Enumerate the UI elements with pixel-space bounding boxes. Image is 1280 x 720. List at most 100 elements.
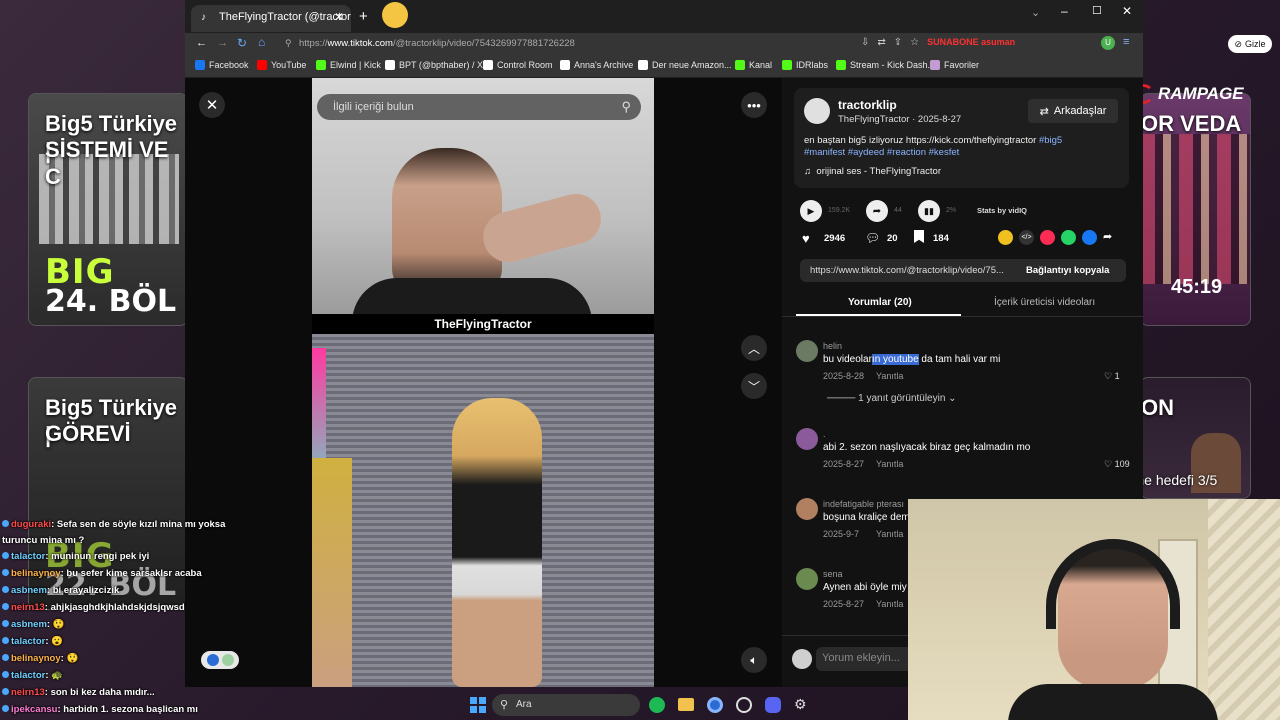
video-link[interactable]: https://www.tiktok.com/@tractorklip/vide… bbox=[810, 265, 1016, 276]
chat-username[interactable]: ipekcansu bbox=[11, 704, 57, 715]
url-bar[interactable]: ⚲ https://www.tiktok.com/@tractorklip/vi… bbox=[279, 35, 859, 53]
prev-video-button[interactable]: ︿ bbox=[741, 335, 767, 361]
caption-tag-big5[interactable]: #big5 bbox=[1039, 135, 1062, 146]
chat-username[interactable]: duguraki bbox=[11, 519, 51, 530]
comment-like[interactable]: ♡ 1 bbox=[1104, 371, 1120, 382]
bookmark-item[interactable]: Stream - Kick Dash... bbox=[836, 60, 935, 70]
comment-author[interactable]: . bbox=[823, 429, 826, 439]
chat-username[interactable]: talactor bbox=[11, 636, 45, 647]
comment-author[interactable]: helin bbox=[823, 341, 842, 351]
share-coin-icon[interactable] bbox=[998, 230, 1013, 245]
maximize-button[interactable]: ☐ bbox=[1092, 4, 1102, 17]
close-window-button[interactable]: ✕ bbox=[1122, 4, 1132, 18]
obs-icon[interactable] bbox=[736, 697, 752, 713]
view-replies-button[interactable]: ──── 1 yanıt görüntüleyin ⌄ bbox=[827, 393, 957, 404]
browser-taskbar-icon[interactable] bbox=[707, 697, 723, 713]
bookmark-item[interactable]: IDRlabs bbox=[782, 60, 828, 70]
translate-icon[interactable]: ⇄ bbox=[877, 37, 885, 51]
copy-link-button[interactable]: Bağlantıyı kopyala bbox=[1026, 265, 1109, 276]
author-avatar[interactable] bbox=[804, 98, 830, 124]
bookmark-item[interactable]: Favoriler bbox=[930, 60, 979, 70]
install-icon[interactable]: ⇩ bbox=[861, 37, 869, 51]
bookmark-star-icon[interactable]: ☆ bbox=[910, 37, 919, 51]
sound-row[interactable]: ♫ orijinal ses - TheFlyingTractor bbox=[804, 166, 941, 177]
video-search-bar[interactable]: İlgili içeriği bulun ⚲ bbox=[317, 94, 641, 120]
bookmark-item[interactable]: Der neue Amazon... bbox=[638, 60, 732, 70]
comment-avatar[interactable] bbox=[796, 568, 818, 590]
comment-reply-button[interactable]: Yanıtla bbox=[876, 371, 903, 381]
vidiq-widget[interactable] bbox=[201, 651, 239, 669]
next-video-button[interactable]: ﹀ bbox=[741, 373, 767, 399]
tab-creator-videos[interactable]: İçerik üreticisi videoları bbox=[994, 297, 1095, 308]
close-video-button[interactable]: ✕ bbox=[199, 92, 225, 118]
share-icon[interactable]: ⇪ bbox=[894, 37, 902, 51]
profile-avatar[interactable]: U bbox=[1101, 36, 1115, 50]
comment-reply-button[interactable]: Yanıtla bbox=[876, 529, 903, 539]
comment-author[interactable]: indefatigable pterası bbox=[823, 499, 904, 509]
share-send-icon[interactable] bbox=[1040, 230, 1055, 245]
forward-icon[interactable]: → bbox=[217, 37, 228, 49]
save-button[interactable] bbox=[914, 230, 924, 243]
site-info-icon[interactable]: ⚲ bbox=[285, 38, 292, 49]
chat-username[interactable]: asbnem bbox=[11, 585, 47, 596]
bookmark-item[interactable]: Kanal bbox=[735, 60, 772, 70]
chat-username[interactable]: neirn13 bbox=[11, 687, 45, 698]
bg-card-1[interactable]: Big5 Türkiye | SİSTEMİ VE C BIG 24. BÖL bbox=[28, 93, 188, 326]
bg-card-right-1[interactable]: OR VEDA 45:19 bbox=[1140, 93, 1251, 326]
video-search-input[interactable]: İlgili içeriği bulun bbox=[333, 101, 414, 113]
tab-comments[interactable]: Yorumlar (20) bbox=[848, 297, 912, 308]
extension-icons[interactable]: ⇩ ⇄ ⇪ ☆ SUNABONE asuman bbox=[861, 37, 1131, 51]
friends-button[interactable]: ⇄ Arkadaşlar bbox=[1028, 99, 1118, 123]
video-player[interactable]: TheFlyingTractor İlgili içeriği bulun ⚲ bbox=[312, 78, 654, 687]
comment-date: 2025-8-27 bbox=[823, 459, 865, 469]
bookmark-item[interactable]: Facebook bbox=[195, 60, 249, 70]
chat-username[interactable]: asbnem bbox=[11, 619, 47, 630]
bookmark-label: Elwind | Kick bbox=[330, 60, 381, 70]
bookmark-item[interactable]: Control Room bbox=[483, 60, 553, 70]
comment-avatar[interactable] bbox=[796, 428, 818, 450]
facebook-icon[interactable] bbox=[1082, 230, 1097, 245]
chat-username[interactable]: neirn13 bbox=[11, 602, 45, 613]
chat-username[interactable]: talactor bbox=[11, 670, 45, 681]
chat-username[interactable]: talactor bbox=[11, 551, 45, 562]
windows-start-icon[interactable] bbox=[470, 697, 486, 713]
menu-icon[interactable]: ≡ bbox=[1123, 36, 1129, 48]
comment-button[interactable]: 💬︎ bbox=[865, 231, 880, 245]
tab-close-icon[interactable]: ✕ bbox=[334, 10, 344, 24]
comment-avatar[interactable] bbox=[796, 498, 818, 520]
volume-button[interactable]: 🔈︎ bbox=[741, 647, 767, 673]
home-icon[interactable]: ⌂ bbox=[258, 35, 265, 49]
more-options-button[interactable]: ••• bbox=[741, 92, 767, 118]
tab-tiktok[interactable]: ♪ TheFlyingTractor (@tractork ✕ bbox=[191, 5, 351, 32]
chat-username[interactable]: belinaynoy bbox=[11, 653, 61, 664]
minimize-button[interactable]: – bbox=[1061, 4, 1068, 18]
comment-reply-button[interactable]: Yanıtla bbox=[876, 599, 903, 609]
bookmark-item[interactable]: YouTube bbox=[257, 60, 306, 70]
bookmark-label: Anna's Archive bbox=[574, 60, 634, 70]
tab-list-icon[interactable]: ⌄ bbox=[1031, 6, 1040, 19]
discord-icon[interactable] bbox=[765, 697, 781, 713]
whatsapp-icon[interactable] bbox=[1061, 230, 1076, 245]
new-tab-button[interactable]: + bbox=[359, 8, 368, 25]
bookmark-item[interactable]: BPT (@bpthaber) / X bbox=[385, 60, 483, 70]
author-username[interactable]: tractorklip bbox=[838, 98, 897, 112]
bookmark-item[interactable]: Anna's Archive bbox=[560, 60, 633, 70]
bookmark-item[interactable]: Elwind | Kick bbox=[316, 60, 381, 70]
reload-icon[interactable]: ↻ bbox=[237, 36, 247, 50]
search-icon[interactable]: ⚲ bbox=[621, 99, 631, 115]
comment-author[interactable]: sena bbox=[823, 569, 843, 579]
comment-reply-button[interactable]: Yanıtla bbox=[876, 459, 903, 469]
taskbar-search[interactable]: ⚲ Ara bbox=[492, 694, 640, 716]
hide-button[interactable]: ⊘ Gizle bbox=[1228, 35, 1272, 53]
file-explorer-icon[interactable] bbox=[678, 698, 694, 711]
comment-avatar[interactable] bbox=[796, 340, 818, 362]
back-icon[interactable]: ← bbox=[196, 37, 207, 49]
comment-like[interactable]: ♡ 109 bbox=[1104, 459, 1130, 470]
embed-icon[interactable]: </> bbox=[1019, 230, 1034, 245]
caption-tags[interactable]: #manifest #aydeed #reaction #kesfet bbox=[804, 147, 959, 158]
settings-icon[interactable]: ⚙ bbox=[794, 696, 807, 713]
more-share-icon[interactable]: ➦ bbox=[1103, 230, 1112, 245]
like-button[interactable]: ♥ bbox=[802, 231, 810, 246]
chat-username[interactable]: belinaynoy bbox=[11, 568, 61, 579]
spotify-icon[interactable] bbox=[649, 697, 665, 713]
